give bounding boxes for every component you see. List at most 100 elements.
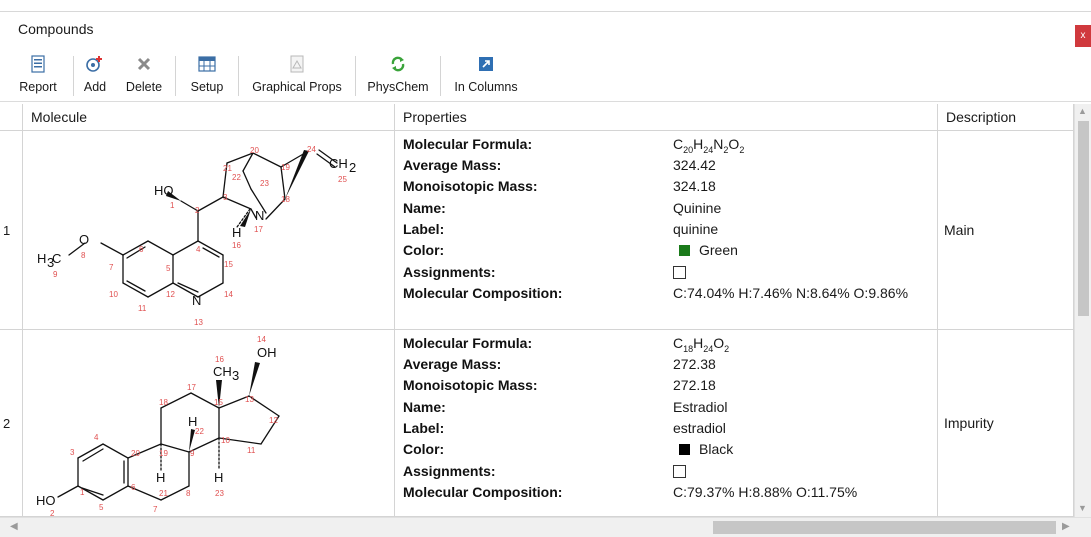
atom-number: 9 [190, 449, 195, 458]
property-key: Molecular Composition: [403, 484, 563, 500]
atom-number: 19 [159, 449, 168, 458]
toolbar-separator [175, 56, 176, 96]
property-key: Label: [403, 420, 445, 436]
property-key: Assignments: [403, 264, 496, 280]
property-value: C:79.37% H:8.88% O:11.75% [673, 484, 858, 500]
assignments-value [673, 461, 686, 482]
atom-number: 22 [195, 427, 204, 436]
description-cell[interactable]: Impurity [938, 330, 1074, 517]
column-header-molecule[interactable]: Molecule [23, 104, 395, 131]
atom-number: 21 [159, 489, 168, 498]
color-value: Black [673, 439, 733, 460]
horizontal-scrollbar[interactable]: ◀ ▶ [0, 517, 1091, 537]
atom-number: 25 [338, 175, 347, 184]
atom-number: 3 [223, 193, 228, 202]
atom-number: 7 [109, 263, 114, 272]
atom-ch3-sub: 3 [232, 368, 239, 383]
report-button[interactable]: Report [14, 53, 62, 98]
assignments-checkbox[interactable] [673, 266, 686, 279]
add-icon [84, 53, 106, 75]
atom-number: 19 [281, 163, 290, 172]
atom-number: 21 [223, 164, 232, 173]
report-icon [30, 53, 46, 75]
in-columns-button[interactable]: In Columns [448, 53, 524, 98]
vertical-scrollbar[interactable]: ▲ ▼ [1074, 104, 1091, 517]
atom-number: 7 [153, 505, 158, 514]
scroll-right-icon[interactable]: ▶ [1062, 521, 1070, 532]
atom-number: 10 [221, 436, 230, 445]
property-key: Monoisotopic Mass: [403, 377, 538, 393]
atom-number: 11 [138, 304, 147, 313]
property-key: Name: [403, 399, 446, 415]
delete-button[interactable]: Delete [119, 53, 169, 98]
atom-number: 2 [195, 206, 200, 215]
color-name: Green [699, 242, 738, 258]
property-key: Monoisotopic Mass: [403, 178, 538, 194]
color-name: Black [699, 441, 734, 457]
toolbar-separator [440, 56, 441, 96]
description-cell[interactable]: Main [938, 131, 1074, 330]
molecule-cell[interactable]: HO N H CH 2 O H 3 C N 1 2 3 4 5 6 7 8 9 … [23, 131, 395, 330]
compounds-table: Molecule Properties Description 1 HO N H… [0, 104, 1091, 518]
atom-number: 14 [224, 290, 233, 299]
atom-number: 16 [215, 355, 224, 364]
atom-number: 18 [159, 398, 168, 407]
property-key: Molecular Formula: [403, 136, 533, 152]
corner-header[interactable] [0, 104, 23, 131]
close-button[interactable]: x [1075, 25, 1091, 47]
molecule-cell[interactable]: OH CH 3 H H H HO 1 2 3 4 5 6 7 8 9 10 11… [23, 330, 395, 518]
color-swatch [679, 444, 690, 455]
atom-number: 18 [281, 195, 290, 204]
column-header-properties[interactable]: Properties [395, 104, 938, 131]
physchem-button[interactable]: PhysChem [362, 53, 434, 98]
atom-number: 13 [194, 318, 203, 327]
property-value: estradiol [673, 420, 726, 436]
atom-ch3: CH [213, 364, 232, 379]
graphical-props-button[interactable]: Graphical Props [245, 53, 349, 98]
atom-number: 4 [196, 245, 201, 254]
quinine-structure: HO N H CH 2 O H 3 C N 1 2 3 4 5 6 7 8 9 … [37, 145, 356, 327]
column-header-description[interactable]: Description [938, 104, 1074, 131]
vertical-scroll-thumb[interactable] [1078, 121, 1089, 316]
atom-ho: HO [36, 493, 56, 508]
property-value: 324.42 [673, 157, 716, 173]
delete-label: Delete [125, 80, 163, 94]
horizontal-scroll-thumb[interactable] [713, 521, 1056, 534]
scroll-left-icon[interactable]: ◀ [10, 521, 18, 532]
atom-number: 9 [53, 270, 58, 279]
physchem-icon [389, 53, 407, 75]
atom-number: 22 [232, 173, 241, 182]
setup-button[interactable]: Setup [182, 53, 232, 98]
atom-number: 6 [139, 245, 144, 254]
scroll-down-icon[interactable]: ▼ [1078, 503, 1087, 513]
property-value: Quinine [673, 200, 722, 216]
row-header-1[interactable]: 1 [0, 131, 23, 330]
atom-h16: H [232, 225, 241, 240]
add-button[interactable]: Add [78, 53, 112, 98]
assignments-checkbox[interactable] [673, 465, 686, 478]
properties-cell[interactable]: Molecular Formula: C18H24O2 Average Mass:… [395, 330, 938, 517]
atom-number: 17 [254, 225, 263, 234]
delete-icon [136, 53, 152, 75]
scroll-up-icon[interactable]: ▲ [1078, 106, 1087, 116]
toolbar-separator [73, 56, 74, 96]
atom-number: 14 [257, 335, 266, 344]
property-value: C:74.04% H:7.46% N:8.64% O:9.86% [673, 285, 909, 301]
atom-number: 1 [80, 488, 85, 497]
atom-number: 17 [187, 383, 196, 392]
atom-number: 16 [232, 241, 241, 250]
atom-number: 12 [166, 290, 175, 299]
setup-icon [198, 53, 216, 75]
property-value: Estradiol [673, 399, 728, 415]
atom-h3c-c: C [52, 251, 61, 266]
atom-ch2-sub: 2 [349, 160, 356, 175]
row-header-2[interactable]: 2 [0, 330, 23, 517]
in-columns-icon [477, 53, 495, 75]
property-key: Average Mass: [403, 157, 502, 173]
atom-number: 23 [260, 179, 269, 188]
atom-number: 3 [70, 448, 75, 457]
properties-cell[interactable]: Molecular Formula: C20H24N2O2 Average Mas… [395, 131, 938, 330]
atom-number: 8 [81, 251, 86, 260]
property-key: Molecular Composition: [403, 285, 563, 301]
atom-number: 10 [109, 290, 118, 299]
